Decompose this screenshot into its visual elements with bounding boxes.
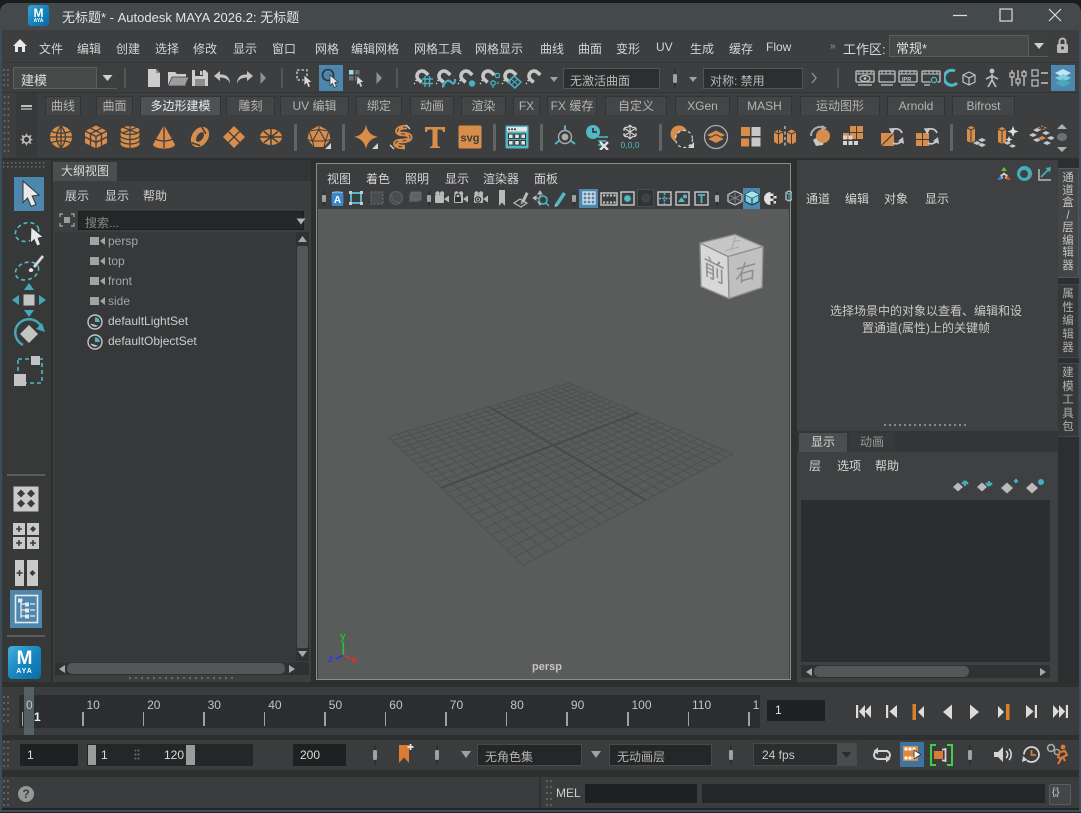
svg-text:A: A: [334, 195, 341, 206]
svg-text:z: z: [328, 654, 333, 665]
svg-text:0,0,0: 0,0,0: [621, 140, 640, 150]
svg-text:x: x: [352, 655, 358, 666]
svg-text:svg: svg: [461, 133, 480, 145]
svg-text:y: y: [340, 632, 346, 643]
svg-text:IPR: IPR: [902, 77, 911, 83]
